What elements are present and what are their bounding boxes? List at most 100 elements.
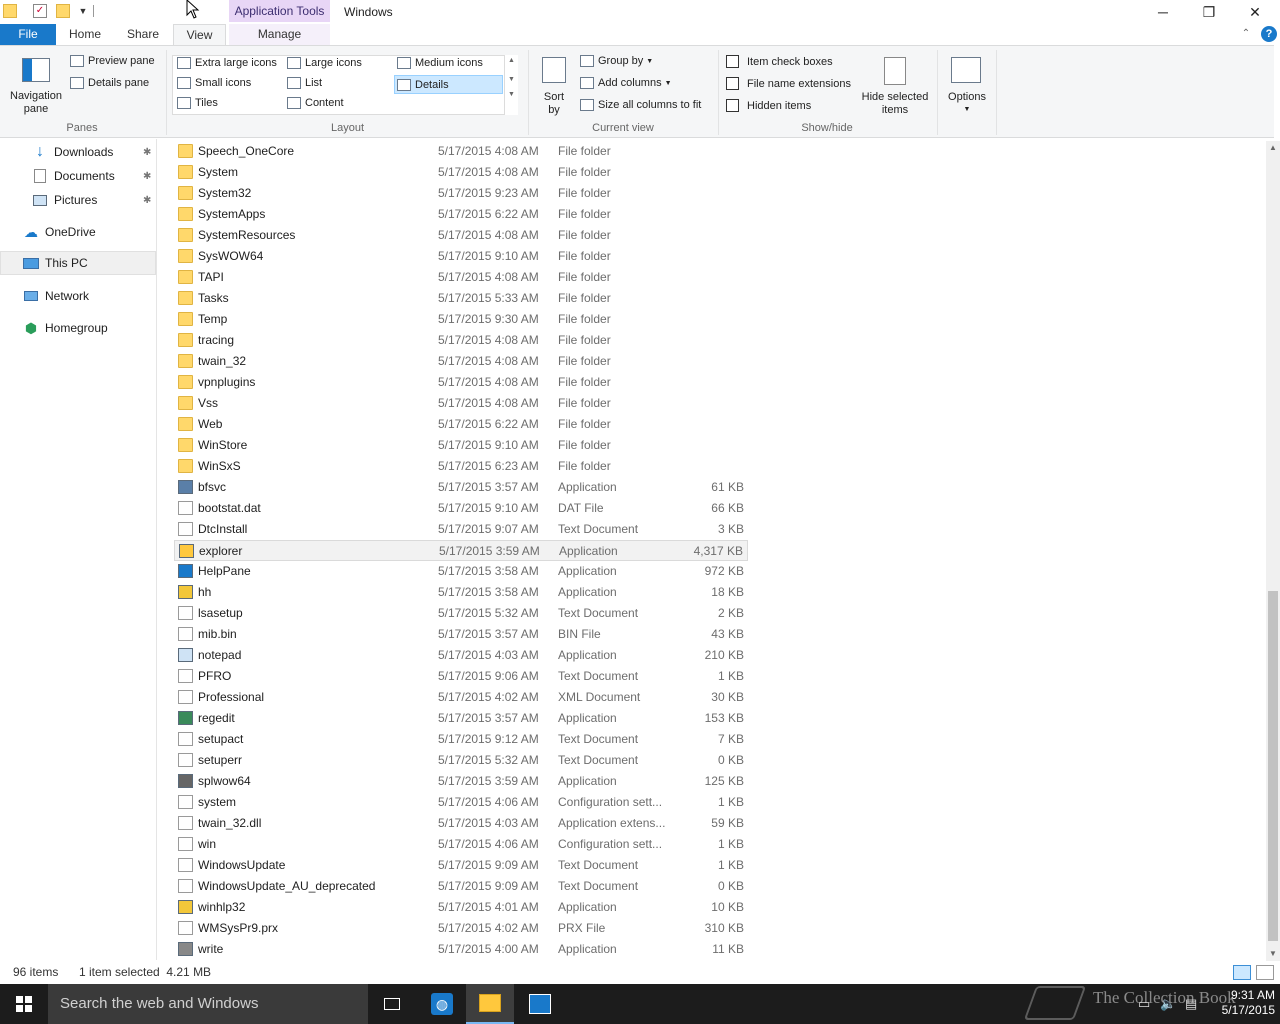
table-row[interactable]: write 5/17/2015 4:00 AM Application 11 KB xyxy=(174,939,748,960)
large-icons-view-icon[interactable] xyxy=(1256,965,1274,980)
close-button[interactable]: ✕ xyxy=(1232,0,1278,24)
layout-gallery-scroll[interactable]: ▲ ▼ ▼ xyxy=(504,55,518,115)
taskbar-store-button[interactable] xyxy=(516,984,564,1024)
table-row[interactable]: setuperr 5/17/2015 5:32 AM Text Document 0 … xyxy=(174,750,748,771)
action-center-icon[interactable]: ▤ xyxy=(1185,996,1197,1012)
new-folder-icon[interactable] xyxy=(56,4,70,18)
help-icon[interactable]: ? xyxy=(1261,26,1277,42)
table-row[interactable]: PFRO 5/17/2015 9:06 AM Text Document 1 KB xyxy=(174,666,748,687)
preview-pane-button[interactable]: Preview pane xyxy=(70,55,155,67)
group-by-button[interactable]: Group by ▼ xyxy=(580,55,653,67)
taskbar-explorer-button[interactable] xyxy=(466,984,514,1024)
pin-icon[interactable]: ✱ xyxy=(143,171,151,182)
nav-item-downloads[interactable]: ↓ Downloads ✱ xyxy=(0,140,156,164)
maximize-button[interactable]: ❐ xyxy=(1186,0,1232,24)
table-row[interactable]: explorer 5/17/2015 3:59 AM Application 4,31… xyxy=(174,540,748,561)
start-button[interactable] xyxy=(0,984,48,1024)
details-view-icon[interactable] xyxy=(1233,965,1251,980)
table-row[interactable]: Vss 5/17/2015 4:08 AM File folder xyxy=(174,393,748,414)
table-row[interactable]: Professional 5/17/2015 4:02 AM XML Documen… xyxy=(174,687,748,708)
taskbar-clock[interactable]: 9:31 AM 5/17/2015 xyxy=(1205,988,1275,1018)
tab-view[interactable]: View xyxy=(173,24,226,45)
nav-item-onedrive[interactable]: ☁ OneDrive xyxy=(0,220,156,244)
table-row[interactable]: vpnplugins 5/17/2015 4:08 AM File folder xyxy=(174,372,748,393)
table-row[interactable]: bfsvc 5/17/2015 3:57 AM Application 61 KB xyxy=(174,477,748,498)
table-row[interactable]: SysWOW64 5/17/2015 9:10 AM File folder xyxy=(174,246,748,267)
item-check-boxes-toggle[interactable]: Item check boxes xyxy=(726,55,833,68)
table-row[interactable]: Speech_OneCore 5/17/2015 4:08 AM File fold… xyxy=(174,141,748,162)
file-name-extensions-checkbox[interactable] xyxy=(726,77,739,90)
large-icons-option[interactable]: Large icons xyxy=(287,57,362,69)
content-option[interactable]: Content xyxy=(287,97,344,109)
nav-item-this-pc[interactable]: This PC xyxy=(0,251,156,275)
tab-share[interactable]: Share xyxy=(118,24,168,45)
table-row[interactable]: SystemResources 5/17/2015 4:08 AM File fol… xyxy=(174,225,748,246)
nav-item-documents[interactable]: Documents ✱ xyxy=(0,164,156,188)
hide-selected-items-button[interactable]: Hide selected items xyxy=(858,55,932,117)
taskbar-search-box[interactable]: Search the web and Windows xyxy=(48,984,368,1024)
table-row[interactable]: tracing 5/17/2015 4:08 AM File folder xyxy=(174,330,748,351)
table-row[interactable]: Web 5/17/2015 6:22 AM File folder xyxy=(174,414,748,435)
small-icons-option[interactable]: Small icons xyxy=(177,77,251,89)
medium-icons-option[interactable]: Medium icons xyxy=(397,57,483,69)
add-columns-button[interactable]: Add columns ▼ xyxy=(580,77,672,89)
table-row[interactable]: notepad 5/17/2015 4:03 AM Application 210 K… xyxy=(174,645,748,666)
table-row[interactable]: WindowsUpdate_AU_deprecated 5/17/2015 9:0… xyxy=(174,876,748,897)
nav-item-pictures[interactable]: Pictures ✱ xyxy=(0,188,156,212)
hidden-items-toggle[interactable]: Hidden items xyxy=(726,99,811,112)
sort-by-button[interactable]: Sort by xyxy=(536,55,572,117)
table-row[interactable]: regedit 5/17/2015 3:57 AM Application 153 K… xyxy=(174,708,748,729)
tab-file[interactable]: File xyxy=(0,24,56,45)
table-row[interactable]: WindowsUpdate 5/17/2015 9:09 AM Text Docum… xyxy=(174,855,748,876)
table-row[interactable]: Tasks 5/17/2015 5:33 AM File folder xyxy=(174,288,748,309)
task-view-button[interactable] xyxy=(368,984,416,1024)
options-button[interactable]: Options ▼ xyxy=(944,55,990,117)
scroll-up-arrow[interactable]: ▲ xyxy=(1266,141,1280,155)
table-row[interactable]: twain_32 5/17/2015 4:08 AM File folder xyxy=(174,351,748,372)
scroll-up-icon[interactable]: ▲ xyxy=(505,57,518,64)
table-row[interactable]: mib.bin 5/17/2015 3:57 AM BIN File 43 KB xyxy=(174,624,748,645)
network-tray-icon[interactable]: ▭ xyxy=(1138,996,1150,1012)
table-row[interactable]: system 5/17/2015 4:06 AM Configuration set… xyxy=(174,792,748,813)
table-row[interactable]: twain_32.dll 5/17/2015 4:03 AM Application… xyxy=(174,813,748,834)
properties-icon[interactable]: ✓ xyxy=(33,4,47,18)
scroll-down-arrow[interactable]: ▼ xyxy=(1266,947,1280,961)
table-row[interactable]: win 5/17/2015 4:06 AM Configuration sett..… xyxy=(174,834,748,855)
table-row[interactable]: bootstat.dat 5/17/2015 9:10 AM DAT File 66 … xyxy=(174,498,748,519)
vertical-scrollbar[interactable]: ▲ ▼ xyxy=(1266,141,1280,961)
tab-home[interactable]: Home xyxy=(62,24,108,45)
taskbar-ie-button[interactable]: ◍ xyxy=(418,984,466,1024)
table-row[interactable]: TAPI 5/17/2015 4:08 AM File folder xyxy=(174,267,748,288)
table-row[interactable]: DtcInstall 5/17/2015 9:07 AM Text Document… xyxy=(174,519,748,540)
table-row[interactable]: splwow64 5/17/2015 3:59 AM Application 125 … xyxy=(174,771,748,792)
pin-icon[interactable]: ✱ xyxy=(143,195,151,206)
table-row[interactable]: WinStore 5/17/2015 9:10 AM File folder xyxy=(174,435,748,456)
pin-icon[interactable]: ✱ xyxy=(143,147,151,158)
table-row[interactable]: winhlp32 5/17/2015 4:01 AM Application 10 K… xyxy=(174,897,748,918)
expand-gallery-icon[interactable]: ▼ xyxy=(505,91,518,98)
nav-item-homegroup[interactable]: ⬢ Homegroup xyxy=(0,316,156,340)
table-row[interactable]: WMSysPr9.prx 5/17/2015 4:02 AM PRX File 310… xyxy=(174,918,748,939)
details-pane-button[interactable]: Details pane xyxy=(70,77,149,89)
table-row[interactable]: HelpPane 5/17/2015 3:58 AM Application 972 … xyxy=(174,561,748,582)
tab-manage[interactable]: Manage xyxy=(229,24,330,45)
minimize-ribbon-icon[interactable]: ⌃ xyxy=(1239,28,1253,40)
tiles-option[interactable]: Tiles xyxy=(177,97,218,109)
details-option[interactable]: Details xyxy=(394,75,503,94)
hidden-items-checkbox[interactable] xyxy=(726,99,739,112)
navigation-pane-button[interactable]: Navigation pane xyxy=(8,56,64,118)
table-row[interactable]: hh 5/17/2015 3:58 AM Application 18 KB xyxy=(174,582,748,603)
minimize-button[interactable]: ─ xyxy=(1140,0,1186,24)
extra-large-icons-option[interactable]: Extra large icons xyxy=(177,57,277,69)
volume-icon[interactable]: 🔈 xyxy=(1160,996,1176,1012)
table-row[interactable]: Temp 5/17/2015 9:30 AM File folder xyxy=(174,309,748,330)
scrollbar-thumb[interactable] xyxy=(1268,591,1278,941)
table-row[interactable]: SystemApps 5/17/2015 6:22 AM File folder xyxy=(174,204,748,225)
table-row[interactable]: WinSxS 5/17/2015 6:23 AM File folder xyxy=(174,456,748,477)
table-row[interactable]: lsasetup 5/17/2015 5:32 AM Text Document 2 … xyxy=(174,603,748,624)
file-name-extensions-toggle[interactable]: File name extensions xyxy=(726,77,851,90)
list-option[interactable]: List xyxy=(287,77,322,89)
nav-item-network[interactable]: Network xyxy=(0,284,156,308)
size-all-columns-button[interactable]: Size all columns to fit xyxy=(580,99,701,111)
qat-dropdown-icon[interactable]: ▼ xyxy=(76,4,90,18)
